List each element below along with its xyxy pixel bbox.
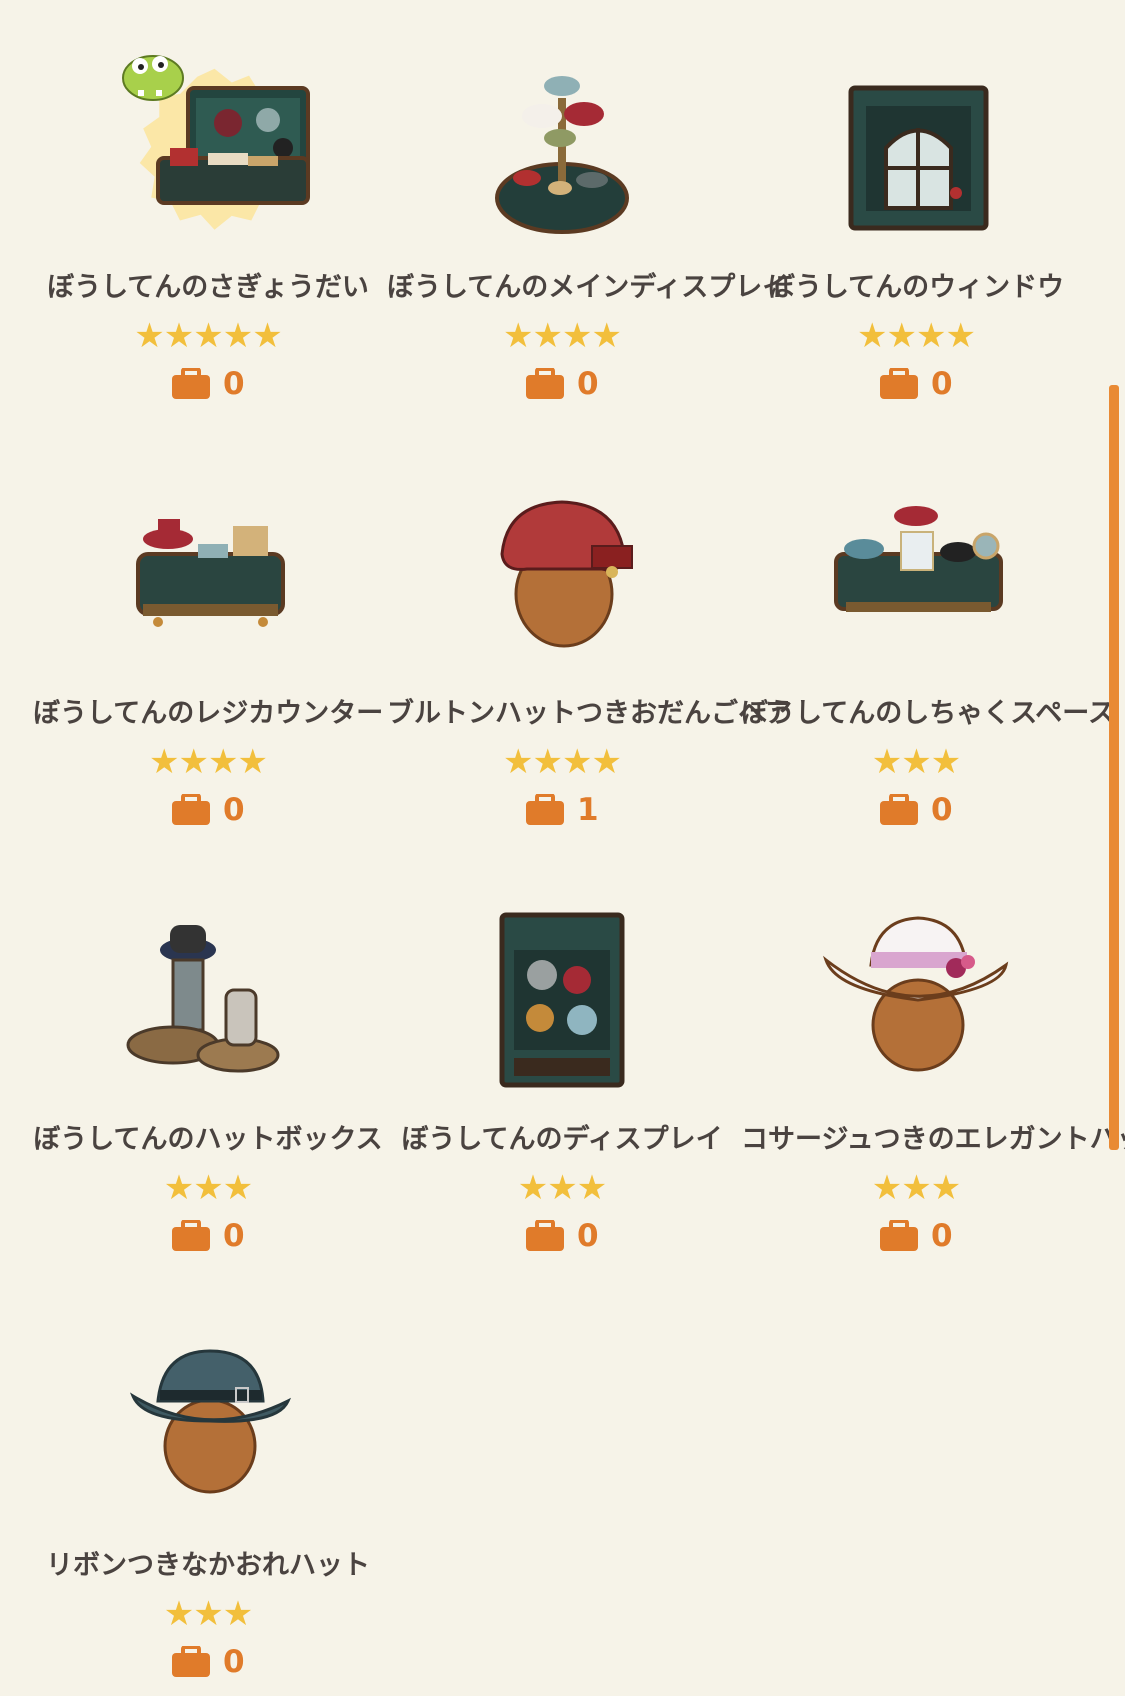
item-card-3[interactable]: ぼうしてんのレジカウンター ★★★★ 0 <box>33 436 383 836</box>
item-card-6[interactable]: ぼうしてんのハットボックス ★★★ 0 <box>33 862 383 1262</box>
owned-count: 0 <box>741 790 1091 830</box>
bag-icon <box>879 1220 919 1252</box>
breton-hat-bun-hair-icon <box>452 454 672 674</box>
bag-icon <box>525 1220 565 1252</box>
star-rating: ★★★★ <box>857 316 976 356</box>
hat-box-icon <box>98 880 318 1100</box>
item-name: ぼうしてんのしちゃくスペース <box>741 698 1115 729</box>
owned-count: 0 <box>741 1216 1091 1256</box>
star-rating: ★★★★★ <box>134 316 282 356</box>
item-card-5[interactable]: ぼうしてんのしちゃくスペース ★★★ 0 <box>741 436 1115 836</box>
item-card-0[interactable]: ぼうしてんのさぎょうだい ★★★★★ 0 <box>33 10 383 410</box>
item-name: コサージュつきのエレガントハット <box>741 1124 1125 1155</box>
count-value: 0 <box>223 1644 245 1680</box>
star-rating: ★★★ <box>163 1168 253 1208</box>
count-value: 0 <box>223 1218 245 1254</box>
bag-icon <box>171 1220 211 1252</box>
owned-count: 0 <box>387 1216 737 1256</box>
bag-icon <box>879 368 919 400</box>
star-rating: ★★★ <box>871 742 961 782</box>
bag-icon <box>171 368 211 400</box>
hat-main-display-icon <box>452 28 672 248</box>
item-card-9[interactable]: リボンつきなかおれハット ★★★ 0 <box>33 1288 383 1688</box>
item-name: ぼうしてんのウィンドウ <box>767 272 1065 303</box>
item-name: ぼうしてんのさぎょうだい <box>47 272 369 303</box>
owned-count: 0 <box>33 1216 383 1256</box>
item-name: ぼうしてんのハットボックス <box>33 1124 383 1155</box>
bag-icon <box>525 368 565 400</box>
bag-icon <box>879 794 919 826</box>
count-value: 0 <box>577 1218 599 1254</box>
owned-count: 0 <box>33 790 383 830</box>
star-rating: ★★★ <box>163 1594 253 1634</box>
item-name: ブルトンハットつきおだんごヘア <box>387 698 792 729</box>
bag-icon <box>171 794 211 826</box>
item-card-7[interactable]: ぼうしてんのディスプレイ ★★★ 0 <box>387 862 737 1262</box>
item-card-8[interactable]: コサージュつきのエレガントハット ★★★ 0 <box>741 862 1125 1262</box>
count-value: 0 <box>223 366 245 402</box>
owned-count: 0 <box>741 364 1091 404</box>
star-rating: ★★★★ <box>503 316 622 356</box>
count-value: 0 <box>577 366 599 402</box>
scrollbar[interactable] <box>1109 385 1119 1150</box>
item-card-2[interactable]: ぼうしてんのウィンドウ ★★★★ 0 <box>741 10 1091 410</box>
star-rating: ★★★★ <box>149 742 268 782</box>
item-name: ぼうしてんのメインディスプレイ <box>387 272 790 303</box>
star-rating: ★★★★ <box>503 742 622 782</box>
ribbon-fedora-hat-icon <box>98 1306 318 1526</box>
bag-icon <box>525 794 565 826</box>
hat-shop-workbench-icon <box>98 28 318 248</box>
star-rating: ★★★ <box>871 1168 961 1208</box>
count-value: 0 <box>931 792 953 828</box>
register-counter-icon <box>98 454 318 674</box>
corsage-elegant-hat-icon <box>806 880 1026 1100</box>
hat-shop-window-icon <box>806 28 1026 248</box>
item-card-1[interactable]: ぼうしてんのメインディスプレイ ★★★★ 0 <box>387 10 790 410</box>
owned-count: 0 <box>387 364 737 404</box>
item-name: ぼうしてんのディスプレイ <box>401 1124 723 1155</box>
item-name: リボンつきなかおれハット <box>46 1550 370 1581</box>
count-value: 0 <box>223 792 245 828</box>
count-value: 1 <box>577 792 599 828</box>
count-value: 0 <box>931 366 953 402</box>
hat-display-case-icon <box>452 880 672 1100</box>
count-value: 0 <box>931 1218 953 1254</box>
fitting-space-icon <box>806 454 1026 674</box>
owned-count: 1 <box>387 790 737 830</box>
owned-count: 0 <box>33 1642 383 1682</box>
item-name: ぼうしてんのレジカウンター <box>33 698 384 729</box>
owned-count: 0 <box>33 364 383 404</box>
bag-icon <box>171 1646 211 1678</box>
item-card-4[interactable]: ブルトンハットつきおだんごヘア ★★★★ 1 <box>387 436 792 836</box>
star-rating: ★★★ <box>517 1168 607 1208</box>
